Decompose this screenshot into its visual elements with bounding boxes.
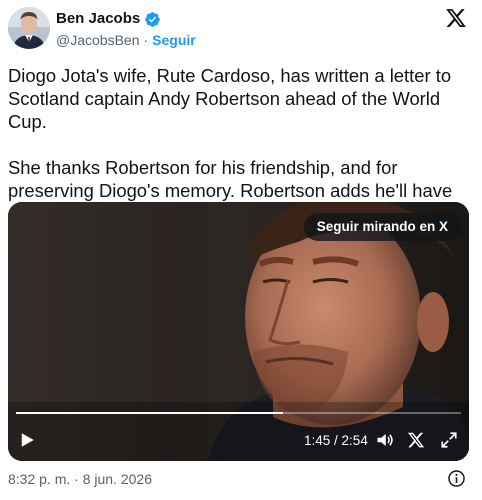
fullscreen-icon[interactable]	[440, 431, 458, 449]
volume-icon[interactable]	[375, 431, 395, 449]
video-progress-bar[interactable]	[16, 412, 461, 414]
tweet-text: Diogo Jota's wife, Rute Cardoso, has wri…	[8, 64, 480, 225]
verified-badge-icon	[144, 11, 161, 28]
video-progress-fill	[16, 412, 283, 414]
x-logo-small-icon[interactable]	[407, 431, 425, 449]
tweet-paragraph-1: Diogo Jota's wife, Rute Cardoso, has wri…	[8, 65, 452, 132]
handle-separator: ·	[143, 32, 149, 48]
author-handle[interactable]: @JacobsBen	[56, 31, 139, 49]
video-player[interactable]: Seguir mirando en X 1:45 / 2:54	[8, 202, 469, 461]
info-icon[interactable]	[447, 469, 466, 488]
author-avatar[interactable]	[8, 7, 50, 49]
tweet-timestamp[interactable]: 8:32 p. m. · 8 jun. 2026	[8, 470, 152, 488]
author-name-row: Ben Jacobs	[56, 10, 161, 28]
video-duration: 2:54	[341, 433, 368, 448]
tweet-embed-card: Ben Jacobs @JacobsBen · Seguir Diogo Jot…	[0, 0, 482, 500]
follow-button[interactable]: Seguir	[152, 31, 196, 49]
play-icon[interactable]	[18, 431, 36, 449]
avatar-portrait	[8, 7, 50, 49]
video-time-readout: 1:45 / 2:54	[304, 433, 368, 449]
author-display-name[interactable]: Ben Jacobs	[56, 10, 140, 28]
author-handle-row: @JacobsBen · Seguir	[56, 31, 196, 49]
video-current-time: 1:45	[304, 433, 331, 448]
x-logo-icon[interactable]	[445, 7, 467, 29]
continue-watching-button[interactable]: Seguir mirando en X	[303, 213, 461, 241]
video-time-separator: /	[330, 433, 342, 448]
